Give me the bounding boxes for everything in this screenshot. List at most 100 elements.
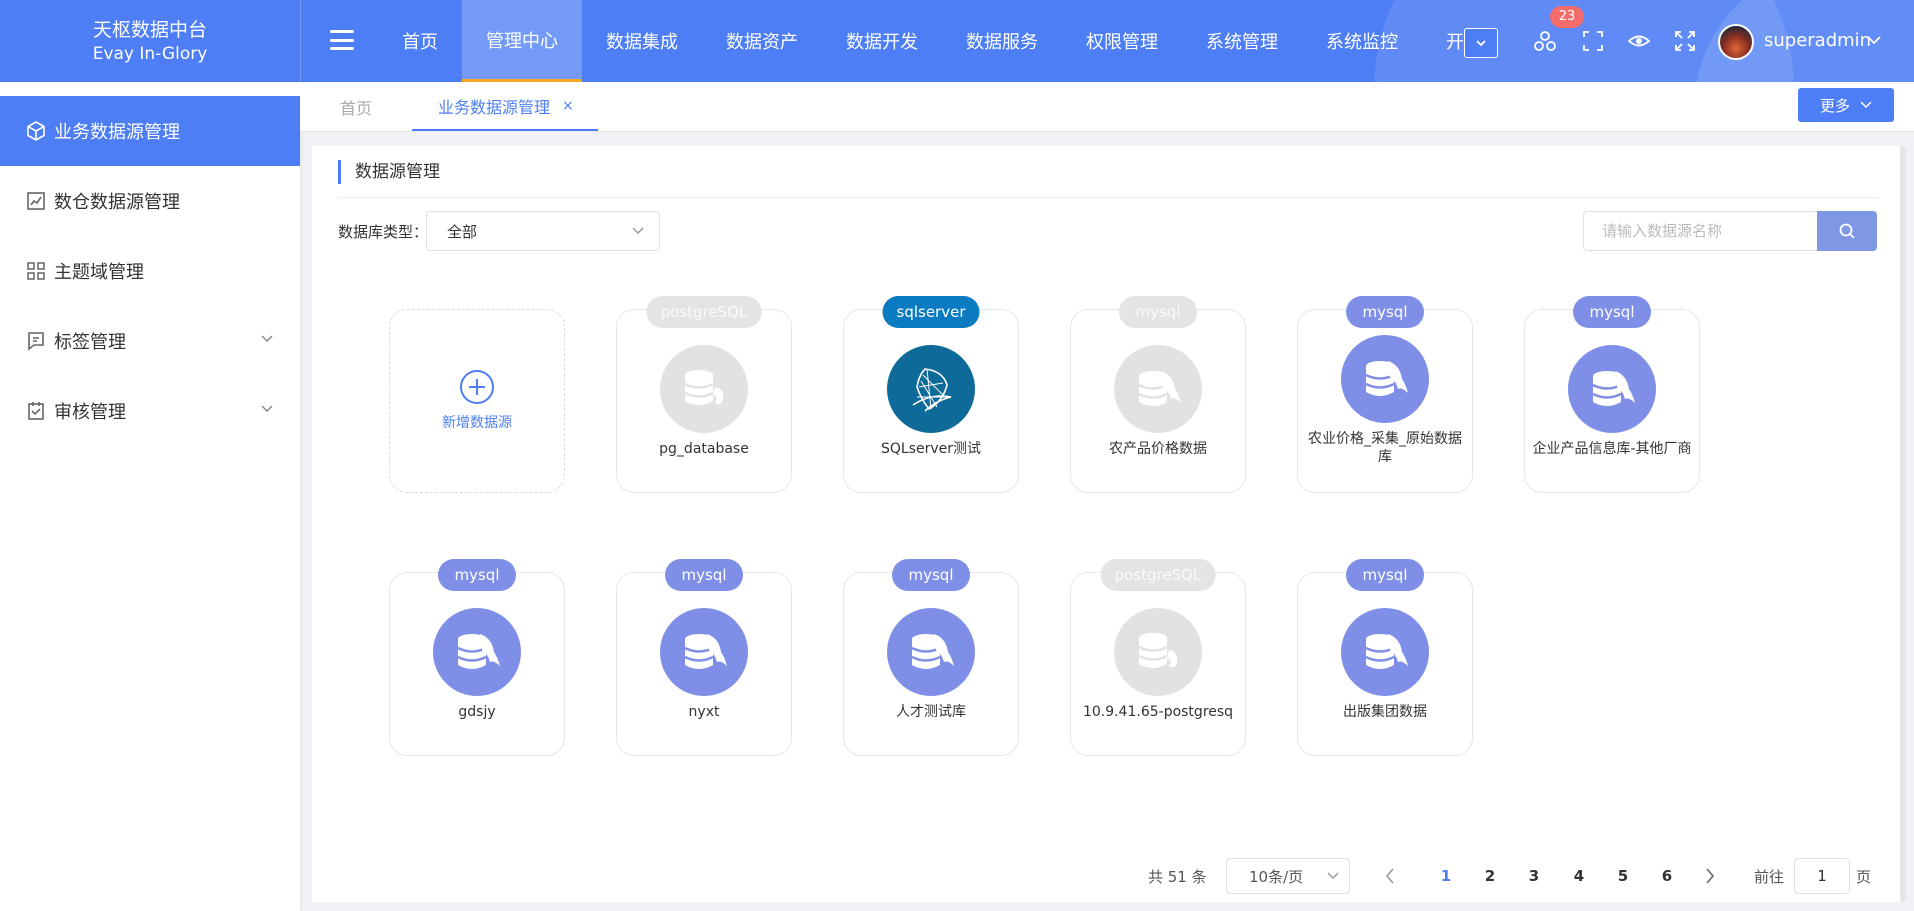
datasource-card[interactable]: mysql 人才测试库 [843,559,1019,756]
datasource-card[interactable]: mysql 出版集团数据 [1297,559,1473,756]
page-size-select[interactable]: 10条/页 [1226,858,1350,894]
audit-icon [26,401,46,421]
page-number[interactable]: 4 [1561,858,1597,894]
datasource-card[interactable]: postgreSQL pg_database [616,296,792,493]
nav-item-monitor[interactable]: 系统监控 [1302,0,1422,82]
datasource-card[interactable]: postgreSQL 10.9.41.65-postgresq [1070,559,1246,756]
db-type-tag: mysql [1573,296,1651,328]
page-unit-label: 页 [1856,868,1872,886]
brand: 天枢数据中台 Evay In-Glory [0,0,300,82]
eye-icon[interactable] [1626,28,1652,54]
main-nav: 首页 管理中心 数据集成 数据资产 数据开发 数据服务 权限管理 系统管理 系统… [378,0,1506,82]
avatar[interactable] [1718,24,1754,60]
vertical-scrollbar[interactable] [1900,146,1906,902]
sidebar-item-warehouse-datasource[interactable]: 数仓数据源管理 [0,166,300,236]
nav-item-development[interactable]: 数据开发 [822,0,942,82]
brand-subtitle: Evay In-Glory [92,44,208,64]
nav-item-management[interactable]: 管理中心 [462,0,582,82]
username[interactable]: superadmin [1764,30,1871,51]
postgresql-icon [660,345,748,433]
db-type-tag: mysql [438,559,516,591]
nav-overflow-dropdown[interactable] [1464,28,1498,58]
tab-business-datasource[interactable]: 业务数据源管理 × [412,82,598,131]
db-type-tag: mysql [1346,559,1424,591]
page-title: 数据源管理 [338,160,440,184]
db-type-tag: mysql [1346,296,1424,328]
chevron-down-icon[interactable] [1866,34,1882,46]
add-datasource-label: 新增数据源 [442,415,512,431]
datasource-card[interactable]: mysql gdsjy [389,559,565,756]
db-type-tag: mysql [665,559,743,591]
datasource-name: nyxt [688,704,720,720]
more-button-label: 更多 [1819,96,1850,115]
page-number[interactable]: 1 [1428,858,1464,894]
sidebar-item-label: 主题域管理 [54,262,144,283]
search-button[interactable] [1817,211,1877,251]
plus-circle-icon [460,370,494,404]
sidebar: 业务数据源管理 数仓数据源管理 主题域管理 标签管理 审核管理 [0,82,300,911]
nav-item-system[interactable]: 系统管理 [1182,0,1302,82]
datasource-card[interactable]: mysql nyxt [616,559,792,756]
sidebar-item-business-datasource[interactable]: 业务数据源管理 [0,96,300,166]
pagination: 共 51 条 10条/页 1 2 3 4 5 6 前往 页 [312,858,1904,894]
page-number[interactable]: 5 [1605,858,1641,894]
chevron-down-icon [261,405,273,413]
add-datasource-card[interactable]: 新增数据源 [389,309,565,493]
datasource-name: gdsjy [458,704,496,720]
datasource-name: 农业价格_采集_原始数据库 [1308,431,1462,465]
page-number[interactable]: 3 [1516,858,1552,894]
tab-home[interactable]: 首页 [340,82,372,132]
datasource-card[interactable]: mysql 企业产品信息库-其他厂商 [1524,296,1700,493]
nav-item-permission[interactable]: 权限管理 [1062,0,1182,82]
datasource-name: 10.9.41.65-postgresq [1082,704,1234,720]
goto-page-input[interactable] [1794,858,1850,894]
fullscreen-icon[interactable] [1580,28,1606,54]
sidebar-item-audit-management[interactable]: 审核管理 [0,376,300,446]
datasource-name: 出版集团数据 [1343,704,1427,720]
chevron-down-icon [1860,101,1872,109]
chevron-down-icon [1476,40,1486,47]
nav-item-service[interactable]: 数据服务 [942,0,1062,82]
datasource-card[interactable]: sqlserver SQLserver测试 [843,296,1019,493]
nav-item-home[interactable]: 首页 [378,0,462,82]
chevron-left-icon[interactable] [1384,867,1396,885]
page-number[interactable]: 6 [1649,858,1685,894]
datasource-name: SQLserver测试 [880,441,982,457]
sqlserver-icon [887,345,975,433]
cube-icon [26,121,46,141]
datasource-name: 人才测试库 [896,704,966,720]
sidebar-item-label: 审核管理 [54,402,126,423]
sidebar-item-subject-domain[interactable]: 主题域管理 [0,236,300,306]
brand-title: 天枢数据中台 [92,19,207,41]
mysql-icon [887,608,975,696]
page-size-value: 10条/页 [1249,867,1304,886]
db-type-select[interactable]: 全部 [426,211,660,251]
datasource-card[interactable]: mysql 农产品价格数据 [1070,296,1246,493]
nav-item-integration[interactable]: 数据集成 [582,0,702,82]
datasource-card[interactable]: mysql 农业价格_采集_原始数据库 [1297,296,1473,493]
search-icon [1839,223,1855,239]
expand-icon[interactable] [1672,28,1698,54]
mysql-icon [1568,345,1656,433]
top-navbar: 天枢数据中台 Evay In-Glory 首页 管理中心 数据集成 数据资产 数… [0,0,1914,82]
sidebar-item-tag-management[interactable]: 标签管理 [0,306,300,376]
search-input[interactable] [1583,211,1817,251]
chevron-down-icon [632,227,644,235]
tabs-bar: 首页 业务数据源管理 × 更多 [300,82,1914,132]
tab-label: 业务数据源管理 [438,97,551,117]
notification-badge: 23 [1550,6,1584,28]
chevron-down-icon [261,335,273,343]
db-type-tag: postgreSQL [1100,559,1216,591]
nav-item-assets[interactable]: 数据资产 [702,0,822,82]
datasource-name: 企业产品信息库-其他厂商 [1532,441,1692,457]
divider [338,197,1878,198]
chart-icon [26,191,46,211]
sidebar-item-label: 标签管理 [54,332,126,353]
chevron-right-icon[interactable] [1704,867,1716,885]
pagination-total: 共 51 条 [1148,868,1207,886]
close-icon[interactable]: × [562,98,574,114]
menu-toggle-icon[interactable] [330,30,354,50]
page-number[interactable]: 2 [1472,858,1508,894]
more-button[interactable]: 更多 [1798,88,1894,122]
notification-icon[interactable] [1532,28,1558,54]
